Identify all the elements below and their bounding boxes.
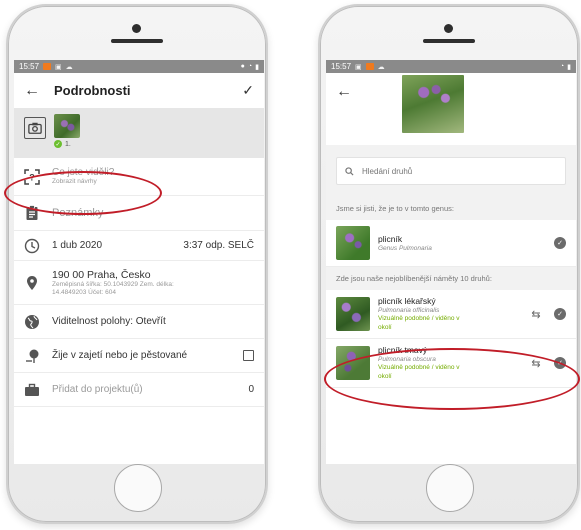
photo-meta: ✓ 1. [54,140,80,148]
genus-scientific-name: Genus Pulmonaria [378,245,432,252]
location-row[interactable]: 190 00 Praha, Česko Zeměpisná šířka: 50.… [14,261,264,305]
battery-icon: ▮ [255,63,259,71]
location-coordinates-line-2: 14.4849203 Účet: 604 [52,288,116,296]
visibility-row[interactable]: Viditelnost polohy: Otevřít [14,305,264,339]
status-bar: 15:57 ▣ ☁ ● ◔ ▮ [14,60,264,73]
notification-icon [365,63,374,70]
suggestions-header: ← [326,73,576,145]
briefcase-icon [24,382,52,398]
highlight-oval-what-seen [4,171,162,215]
location-status-icon: ● [240,62,245,70]
status-time: 15:57 [19,62,40,71]
add-to-project-label[interactable]: Přidat do projektu(ů) [52,384,248,395]
cloud-icon: ☁ [65,63,73,71]
clock-icon [24,238,52,254]
wifi-icon: ◔ [247,62,253,70]
confirm-check-icon[interactable]: ✓ [242,82,254,99]
location-pin-icon [24,275,52,291]
page-title: Podrobnosti [54,83,131,98]
back-arrow-icon[interactable]: ← [336,83,352,101]
captive-plant-icon [24,348,52,364]
project-row[interactable]: Přidat do projektu(ů) 0 [14,373,264,407]
uploaded-check-icon: ✓ [54,140,62,148]
location-coordinates-line-1: Zeměpisná šířka: 50.1043929 Zem. délka: [52,280,174,288]
add-photo-button[interactable] [24,117,46,139]
battery-icon: ▮ [567,63,571,71]
phone-left: 15:57 ▣ ☁ ● ◔ ▮ ← Podrobnosti ✓ ✓ 1. ? C… [6,4,268,524]
location-visibility[interactable]: Viditelnost polohy: Otevřít [52,316,166,327]
species-photo [336,297,370,331]
status-indicators: ● ◔ ▮ [241,63,259,71]
status-indicators: ◔ ▮ [560,63,571,71]
speaker-grille [111,39,163,43]
species-search-box[interactable] [336,157,566,185]
wifi-icon: ◔ [559,62,565,70]
observation-photo[interactable] [402,75,464,133]
captive-label: Žije v zajetí nebo je pěstované [52,350,188,361]
genus-photo [336,226,370,260]
datetime-row[interactable]: 1 dub 2020 3:37 odp. SELČ [14,231,264,261]
select-check-icon[interactable]: ✓ [554,308,566,320]
genus-common-name: plicník [378,234,403,244]
suggestion-reason-cont: okolí [378,324,392,331]
highlight-oval-top-suggestion [324,348,580,410]
captive-row[interactable]: Žije v zajetí nebo je pěstované [14,339,264,373]
comparison-stage: 15:57 ▣ ☁ ● ◔ ▮ ← Podrobnosti ✓ ✓ 1. ? C… [0,0,581,530]
species-search-input[interactable] [362,166,557,176]
image-notification-icon: ▣ [355,63,362,71]
observation-photo-thumbnail[interactable] [54,114,80,138]
genus-section-label: Jsme si jisti, že je to v tomto genus: [326,197,576,220]
species-suggestion[interactable]: plicník lékařský Pulmonaria officinalis … [326,290,576,339]
captive-checkbox[interactable] [243,350,254,361]
image-notification-icon: ▣ [55,63,62,71]
phone-right: 15:57 ▣ ☁ ◔ ▮ ← Jsme si jisti, že je [318,4,580,524]
search-area [326,145,576,197]
screen-details: 15:57 ▣ ☁ ● ◔ ▮ ← Podrobnosti ✓ ✓ 1. ? C… [14,60,264,464]
front-camera [444,24,453,33]
genus-suggestion[interactable]: plicník Genus Pulmonaria ✓ [326,220,576,267]
photo-thumbnail-group[interactable]: ✓ 1. [54,114,80,148]
project-count: 0 [248,384,254,395]
status-time: 15:57 [331,62,352,71]
select-check-icon[interactable]: ✓ [554,237,566,249]
camera-icon [28,122,42,134]
photo-strip: ✓ 1. [14,108,264,158]
speaker-grille [423,39,475,43]
top-suggestions-label: Zde jsou naše nejoblíbenější náměty 10 d… [326,267,576,290]
photo-index: 1. [65,140,71,148]
observation-date[interactable]: 1 dub 2020 [52,240,183,251]
home-button[interactable] [426,464,474,512]
back-arrow-icon[interactable]: ← [24,82,54,100]
search-icon [345,166,354,176]
notification-icon [43,63,52,70]
front-camera [132,24,141,33]
home-button[interactable] [114,464,162,512]
observation-time[interactable]: 3:37 odp. SELČ [183,240,254,251]
globe-icon [24,314,52,330]
species-common-name: plicník lékařský [378,296,436,306]
app-bar: ← Podrobnosti ✓ [14,73,264,108]
species-scientific-name: Pulmonaria officinalis [378,307,440,314]
suggestion-reason: Vizuálně podobné / viděno v [378,315,460,322]
cloud-icon: ☁ [377,63,385,71]
status-bar: 15:57 ▣ ☁ ◔ ▮ [326,60,576,73]
compare-arrows-icon[interactable]: ⇆ [526,308,546,321]
location-place: 190 00 Praha, Česko [52,268,151,281]
